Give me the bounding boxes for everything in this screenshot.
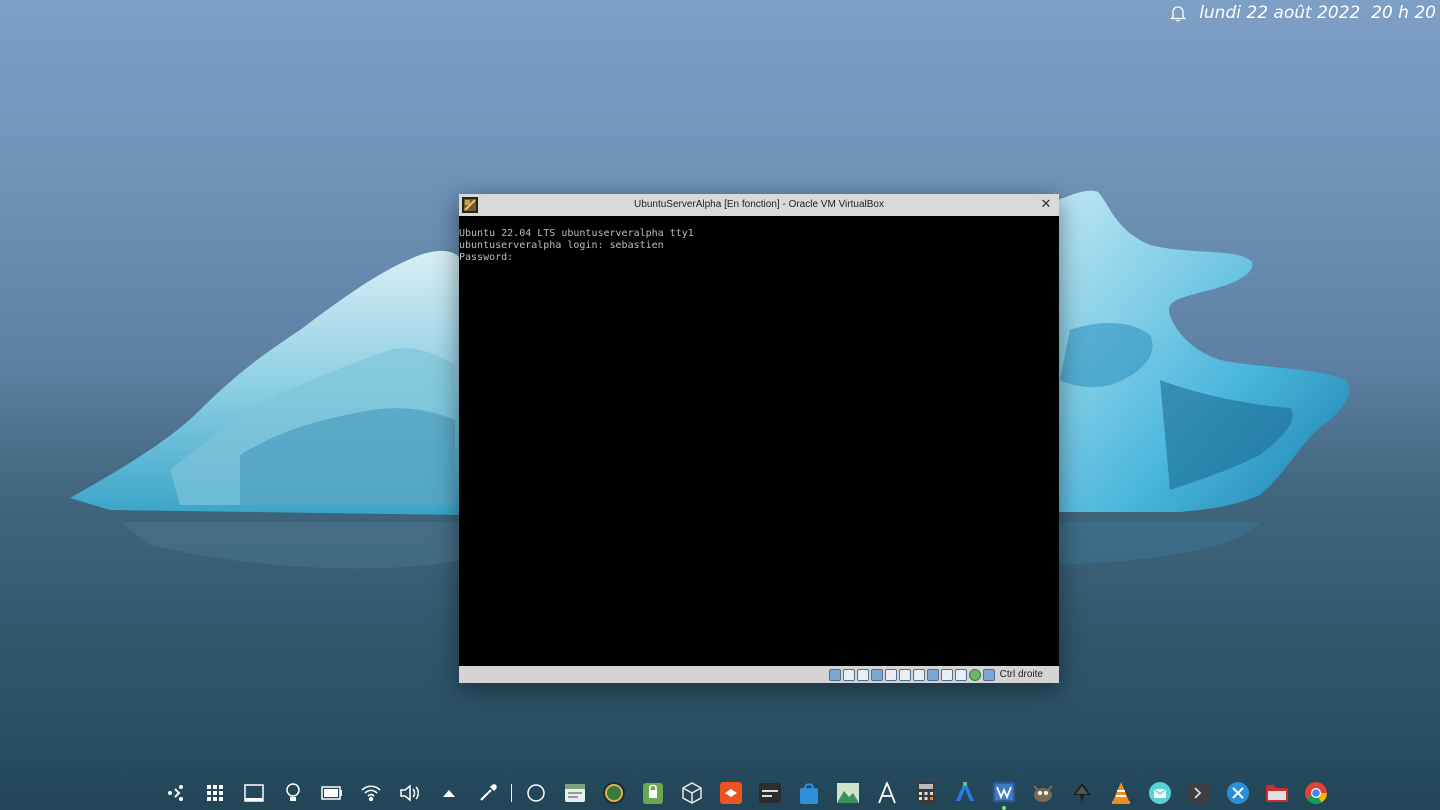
store-icon[interactable] (796, 780, 822, 806)
virtualbox-vm-icon[interactable] (991, 780, 1017, 810)
terminal-output: Ubuntu 22.04 LTS ubuntuserveralpha tty1 u… (459, 228, 694, 264)
dock-separator (511, 784, 512, 802)
terminal-line: Ubuntu 22.04 LTS ubuntuserveralpha tty1 (459, 228, 694, 239)
terminal-app-icon[interactable] (757, 780, 783, 806)
clock[interactable]: lundi 22 août 2022 20 h 20 (1199, 3, 1436, 23)
virtualbox-icon[interactable] (679, 780, 705, 806)
window-title: UbuntuServerAlpha [En fonction] - Oracle… (634, 199, 884, 210)
show-desktop-icon[interactable] (241, 780, 267, 806)
usb-icon[interactable] (884, 668, 897, 681)
close-button[interactable]: ✕ (1037, 196, 1055, 214)
globe-icon[interactable] (968, 668, 981, 681)
vlc-icon[interactable] (1108, 780, 1134, 806)
wifi-icon[interactable] (358, 780, 384, 806)
battery-icon[interactable] (319, 780, 345, 806)
password-manager-icon[interactable] (640, 780, 666, 806)
calculator-icon[interactable] (913, 780, 939, 806)
video-capture-icon[interactable] (940, 668, 953, 681)
cpu-icon[interactable] (954, 668, 967, 681)
optical-drive-icon[interactable] (842, 668, 855, 681)
tray-expand-icon[interactable] (436, 780, 462, 806)
shared-folders-icon[interactable] (898, 668, 911, 681)
software-center-icon[interactable] (718, 780, 744, 806)
inkscape-icon[interactable] (1069, 780, 1095, 806)
file-manager-icon[interactable] (562, 780, 588, 806)
circle-icon[interactable] (523, 780, 549, 806)
display-icon[interactable] (912, 668, 925, 681)
recording-icon[interactable] (926, 668, 939, 681)
bell-icon[interactable] (1167, 2, 1189, 24)
image-viewer-icon[interactable] (835, 780, 861, 806)
dock (156, 776, 1335, 810)
top-panel: lundi 22 août 2022 20 h 20 (1167, 1, 1436, 25)
vm-screen[interactable]: Ubuntu 22.04 LTS ubuntuserveralpha tty1 u… (459, 216, 1059, 666)
chrome-icon[interactable] (1303, 780, 1329, 806)
window-titlebar[interactable]: UbuntuServerAlpha [En fonction] - Oracle… (459, 194, 1059, 216)
terminal-line: ubuntuserveralpha login: sebastien (459, 240, 664, 251)
globe-app-icon[interactable] (601, 780, 627, 806)
apps-grid-icon[interactable] (202, 780, 228, 806)
volume-icon[interactable] (397, 780, 423, 806)
kde-connect-icon[interactable] (1225, 780, 1251, 806)
color-picker-icon[interactable] (475, 780, 501, 806)
bulb-icon[interactable] (280, 780, 306, 806)
audio-icon[interactable] (856, 668, 869, 681)
network-icon[interactable] (870, 668, 883, 681)
folder-icon[interactable] (1264, 780, 1290, 806)
hard-disk-icon[interactable] (828, 668, 841, 681)
virtualbox-window: UbuntuServerAlpha [En fonction] - Oracle… (459, 194, 1059, 683)
running-indicator (1001, 806, 1006, 810)
connect-icon[interactable] (163, 780, 189, 806)
mouse-integration-icon[interactable] (982, 668, 995, 681)
gimp-icon[interactable] (1030, 780, 1056, 806)
vm-statusbar: Ctrl droite (459, 666, 1059, 683)
vscode-icon[interactable] (952, 780, 978, 806)
host-key-label[interactable]: Ctrl droite (1000, 669, 1043, 680)
terminal-line: Password: (459, 252, 514, 263)
font-icon[interactable] (874, 780, 900, 806)
mail-icon[interactable] (1147, 780, 1173, 806)
console-icon[interactable] (1186, 780, 1212, 806)
